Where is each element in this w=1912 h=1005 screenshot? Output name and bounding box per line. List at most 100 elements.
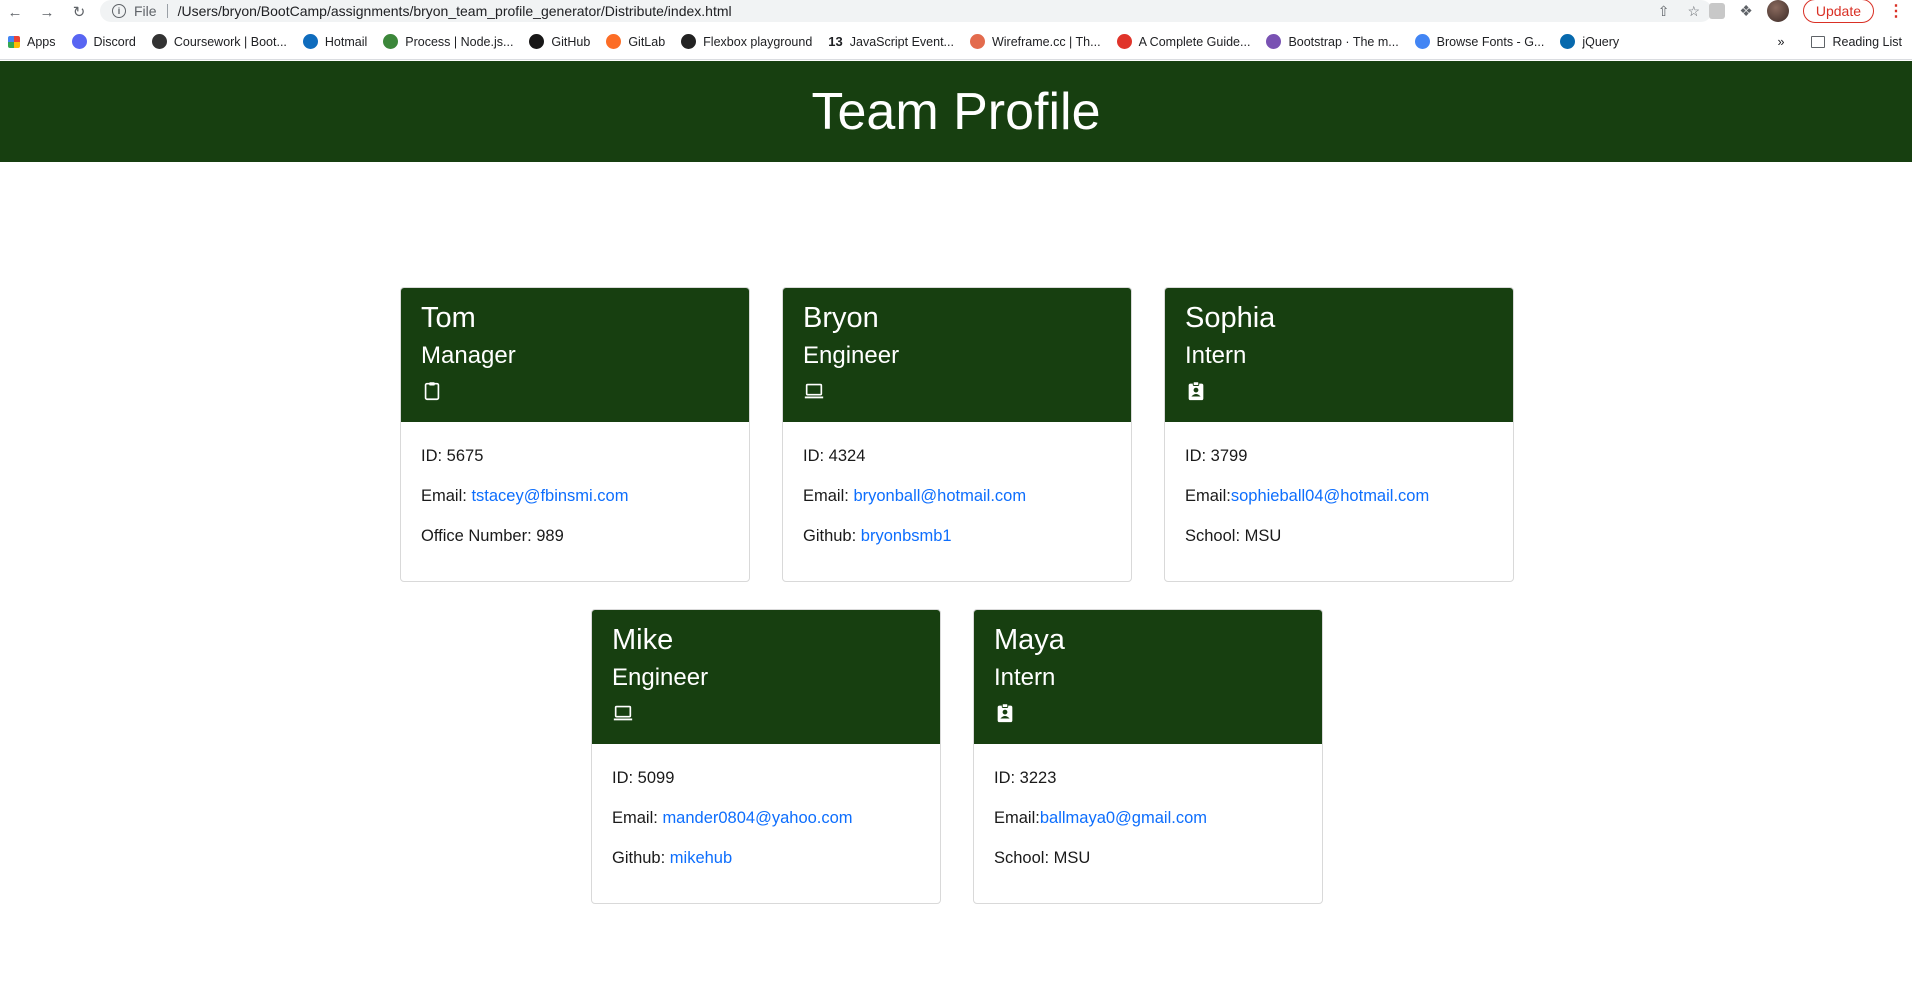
employee-name: Bryon <box>803 302 879 334</box>
extensions-puzzle-icon[interactable]: ❖ <box>1739 2 1752 20</box>
update-button[interactable]: Update <box>1802 0 1874 23</box>
card-email-line: Email:sophieball04@hotmail.com <box>1185 484 1493 524</box>
card-header: Mike Engineer <box>592 610 940 744</box>
employee-id: ID: 3799 <box>1185 447 1248 465</box>
github-icon <box>529 34 545 49</box>
bookmark-item[interactable]: Apps <box>8 35 56 49</box>
bootstrap-icon <box>1266 34 1282 49</box>
address-scheme: File <box>134 3 157 19</box>
globe-icon <box>151 34 167 49</box>
bookmark-item[interactable]: GitHub <box>529 34 590 49</box>
bookmark-label: Bootstrap · The m... <box>1288 34 1399 49</box>
card-extra-label: School: MSU <box>994 849 1091 867</box>
card-extra-line: Github: mikehub <box>612 846 920 886</box>
email-link[interactable]: mander0804@yahoo.com <box>662 809 852 827</box>
info-icon[interactable]: i <box>112 4 126 18</box>
bookmark-item[interactable]: 13 JavaScript Event... <box>828 34 954 49</box>
employee-card: Maya Intern ID: 3223 Email:ballmaya0@gmail.… <box>973 609 1323 904</box>
bookmark-label: Discord <box>93 34 136 49</box>
reading-list-button[interactable]: Reading List <box>1810 34 1903 49</box>
bookmark-item[interactable]: Process | Node.js... <box>383 34 513 49</box>
google-fonts-icon <box>1414 34 1430 49</box>
email-link[interactable]: tstacey@fbinsmi.com <box>471 487 628 505</box>
bookmark-item[interactable]: Coursework | Boot... <box>151 34 287 49</box>
reload-icon[interactable]: ↻ <box>68 1 90 23</box>
github-link[interactable]: bryonbsmb1 <box>861 527 952 545</box>
employee-role: Intern <box>994 664 1056 691</box>
jquery-icon <box>1560 34 1576 49</box>
card-body: ID: 4324 Email: bryonball@hotmail.com Gith… <box>783 422 1131 564</box>
bookmark-item[interactable]: Discord <box>71 34 136 49</box>
email-label: Email: <box>612 809 663 827</box>
bookmark-label: Browse Fonts - G... <box>1436 34 1545 49</box>
css-tricks-icon <box>1116 34 1132 49</box>
card-body: ID: 5099 Email: mander0804@yahoo.com Githu… <box>592 744 940 886</box>
github-link[interactable]: mikehub <box>670 849 732 867</box>
card-extra-line: Github: bryonbsmb1 <box>803 524 1111 564</box>
email-label: Email: <box>1185 487 1231 505</box>
menu-kebab-icon[interactable]: ⋮ <box>1888 1 1904 21</box>
id-badge-icon <box>994 702 1016 724</box>
forward-arrow-icon[interactable]: → <box>36 1 58 23</box>
card-email-line: Email: tstacey@fbinsmi.com <box>421 484 729 524</box>
reading-list-label: Reading List <box>1832 34 1903 49</box>
bookmark-star-icon[interactable]: ☆ <box>1687 3 1700 20</box>
bookmark-label: Hotmail <box>324 34 368 49</box>
bookmark-label: Apps <box>27 34 56 49</box>
email-link[interactable]: sophieball04@hotmail.com <box>1231 487 1429 505</box>
employee-id: ID: 5099 <box>612 769 675 787</box>
share-icon[interactable]: ⇧ <box>1658 3 1670 20</box>
bookmarks-more-button[interactable]: » <box>1778 35 1785 49</box>
employee-name: Sophia <box>1185 302 1276 334</box>
card-header: Sophia Intern <box>1165 288 1513 422</box>
employee-card: Bryon Engineer ID: 4324 Email: bryonball@ho… <box>782 287 1132 582</box>
page-header: Team Profile <box>0 61 1912 162</box>
email-link[interactable]: ballmaya0@gmail.com <box>1040 809 1207 827</box>
discord-icon <box>71 34 87 49</box>
outlook-icon <box>302 34 318 49</box>
employee-id: ID: 3223 <box>994 769 1057 787</box>
page-title: Team Profile <box>811 82 1101 141</box>
employee-name: Maya <box>994 624 1065 656</box>
address-url[interactable]: /Users/bryon/BootCamp/assignments/bryon_… <box>178 3 732 19</box>
card-body: ID: 5675 Email: tstacey@fbinsmi.com Office… <box>401 422 749 564</box>
reading-list-icon <box>1810 35 1825 48</box>
employee-role: Manager <box>421 342 516 369</box>
bookmark-label: Process | Node.js... <box>405 34 514 49</box>
bookmark-label: A Complete Guide... <box>1138 34 1251 49</box>
email-link[interactable]: bryonball@hotmail.com <box>853 487 1026 505</box>
employee-role: Intern <box>1185 342 1247 369</box>
card-extra-line: School: MSU <box>1185 524 1493 564</box>
employee-name: Tom <box>421 302 476 334</box>
apps-grid-icon <box>8 35 20 48</box>
bookmark-label: Wireframe.cc | Th... <box>991 34 1101 49</box>
card-body: ID: 3223 Email:ballmaya0@gmail.com School:… <box>974 744 1322 886</box>
bookmark-item[interactable]: A Complete Guide... <box>1116 34 1251 49</box>
bookmark-item[interactable]: Bootstrap · The m... <box>1266 34 1399 49</box>
id-badge-icon <box>1185 380 1207 402</box>
wireframe-icon <box>969 34 985 49</box>
bookmark-item[interactable]: Hotmail <box>302 34 368 49</box>
profile-avatar[interactable] <box>1766 0 1789 22</box>
laptop-icon <box>803 380 825 402</box>
bookmark-item[interactable]: Wireframe.cc | Th... <box>969 34 1101 49</box>
card-header: Bryon Engineer <box>783 288 1131 422</box>
card-extra-label: Github: <box>803 527 861 545</box>
back-arrow-icon[interactable]: ← <box>4 1 26 23</box>
email-label: Email: <box>994 809 1040 827</box>
employee-card: Sophia Intern ID: 3799 Email:sophieball04@h… <box>1164 287 1514 582</box>
address-bar[interactable]: i File /Users/bryon/BootCamp/assignments… <box>100 0 1712 22</box>
bookmark-item[interactable]: Browse Fonts - G... <box>1414 34 1545 49</box>
card-header: Tom Manager <box>401 288 749 422</box>
address-divider <box>166 4 168 18</box>
card-header: Maya Intern <box>974 610 1322 744</box>
bookmark-item[interactable]: GitLab <box>606 34 665 49</box>
bookmark-item[interactable]: jQuery <box>1560 34 1619 49</box>
bookmark-label: JavaScript Event... <box>849 34 954 49</box>
bookmark-label: jQuery <box>1582 34 1620 49</box>
clipboard-icon <box>421 380 443 402</box>
bookmark-item[interactable]: Flexbox playground <box>681 34 812 49</box>
extension-icon[interactable] <box>1709 3 1726 19</box>
bookmark-label: GitHub <box>551 34 591 49</box>
employee-role: Engineer <box>803 342 900 369</box>
